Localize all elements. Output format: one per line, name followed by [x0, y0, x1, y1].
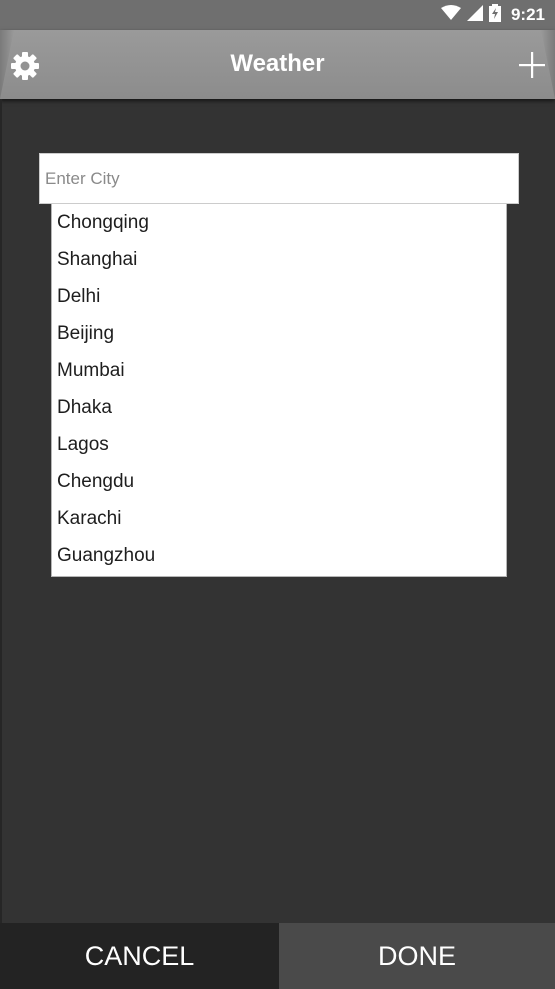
status-bar: 9:21: [0, 0, 555, 30]
wifi-icon: [440, 4, 461, 26]
bottom-action-bar: CANCEL DONE: [0, 923, 555, 989]
suggestion-item[interactable]: Dhaka: [52, 389, 506, 426]
left-border: [0, 99, 2, 923]
suggestion-item[interactable]: Lagos: [52, 426, 506, 463]
suggestion-item[interactable]: Mumbai: [52, 352, 506, 389]
cell-signal-icon: [466, 4, 483, 26]
cancel-button[interactable]: CANCEL: [0, 923, 279, 989]
done-button[interactable]: DONE: [279, 923, 555, 989]
app-title: Weather: [230, 50, 325, 77]
add-city-button[interactable]: [517, 50, 547, 80]
suggestion-item[interactable]: Beijing: [52, 315, 506, 352]
suggestion-item[interactable]: Chongqing: [52, 204, 506, 241]
suggestion-item[interactable]: Karachi: [52, 500, 506, 537]
city-suggestions-dropdown: Chongqing Shanghai Delhi Beijing Mumbai …: [51, 204, 507, 577]
status-time: 9:21: [510, 5, 545, 24]
city-search-input[interactable]: [39, 153, 519, 204]
suggestion-item[interactable]: Guangzhou: [52, 537, 506, 574]
app-bar: Weather: [0, 30, 555, 99]
suggestion-item[interactable]: Chengdu: [52, 463, 506, 500]
suggestion-item[interactable]: Delhi: [52, 278, 506, 315]
suggestion-item[interactable]: Shanghai: [52, 241, 506, 278]
screen: 9:21 Weather Enter City Chongqing Shangh…: [0, 0, 555, 989]
battery-charging-icon: [488, 3, 501, 27]
plus-icon: [517, 52, 547, 84]
